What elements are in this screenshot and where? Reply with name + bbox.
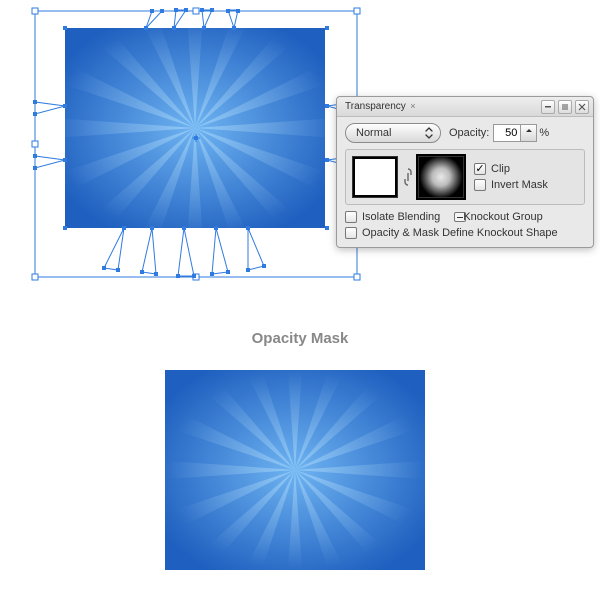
thumbnails-row: Clip Invert Mask <box>345 149 585 205</box>
mask-thumbnail[interactable] <box>418 156 464 198</box>
checkbox-icon <box>345 211 357 223</box>
opacity-stepper[interactable] <box>521 124 537 142</box>
isolate-blending-checkbox[interactable]: Isolate Blending <box>345 211 440 223</box>
knockout-group-checkbox[interactable]: Knockout Group <box>454 211 543 223</box>
stage: Transparency × Normal Opaci <box>0 0 600 607</box>
isolate-label: Isolate Blending <box>362 211 440 223</box>
blend-mode-value: Normal <box>356 127 418 139</box>
panel-menu-button[interactable] <box>541 100 555 114</box>
artboard-top[interactable] <box>65 28 325 228</box>
artboard-result <box>165 370 425 570</box>
opacity-input[interactable] <box>493 124 521 142</box>
define-knockout-label: Opacity & Mask Define Knockout Shape <box>362 227 558 239</box>
opacity-unit: % <box>539 127 549 139</box>
panel-options: Isolate Blending Knockout Group Opacity … <box>345 211 585 239</box>
mask-gradient-preview <box>419 157 463 197</box>
clip-checkbox[interactable]: Clip <box>474 163 548 175</box>
panel-title: Transparency × <box>343 101 422 112</box>
caption: Opacity Mask <box>0 330 600 347</box>
panel-titlebar[interactable]: Transparency × <box>337 97 593 117</box>
starburst-result <box>165 370 425 570</box>
invert-mask-checkbox[interactable]: Invert Mask <box>474 179 548 191</box>
panel-close-button[interactable] <box>575 100 589 114</box>
invert-mask-label: Invert Mask <box>491 179 548 191</box>
panel-body: Normal Opacity: % <box>337 117 593 247</box>
clip-label: Clip <box>491 163 510 175</box>
checkbox-icon <box>474 163 486 175</box>
object-thumbnail[interactable] <box>352 156 398 198</box>
link-icon[interactable] <box>404 167 412 187</box>
checkbox-icon <box>474 179 486 191</box>
checkbox-icon <box>345 227 357 239</box>
starburst-art <box>65 28 325 228</box>
transparency-panel: Transparency × Normal Opaci <box>336 96 594 248</box>
opacity-label: Opacity: <box>449 127 489 139</box>
select-arrows-icon <box>422 125 436 141</box>
blend-mode-select[interactable]: Normal <box>345 123 441 143</box>
knockout-label: Knockout Group <box>463 211 543 223</box>
define-knockout-checkbox[interactable]: Opacity & Mask Define Knockout Shape <box>345 227 585 239</box>
panel-collapse-button[interactable] <box>558 100 572 114</box>
